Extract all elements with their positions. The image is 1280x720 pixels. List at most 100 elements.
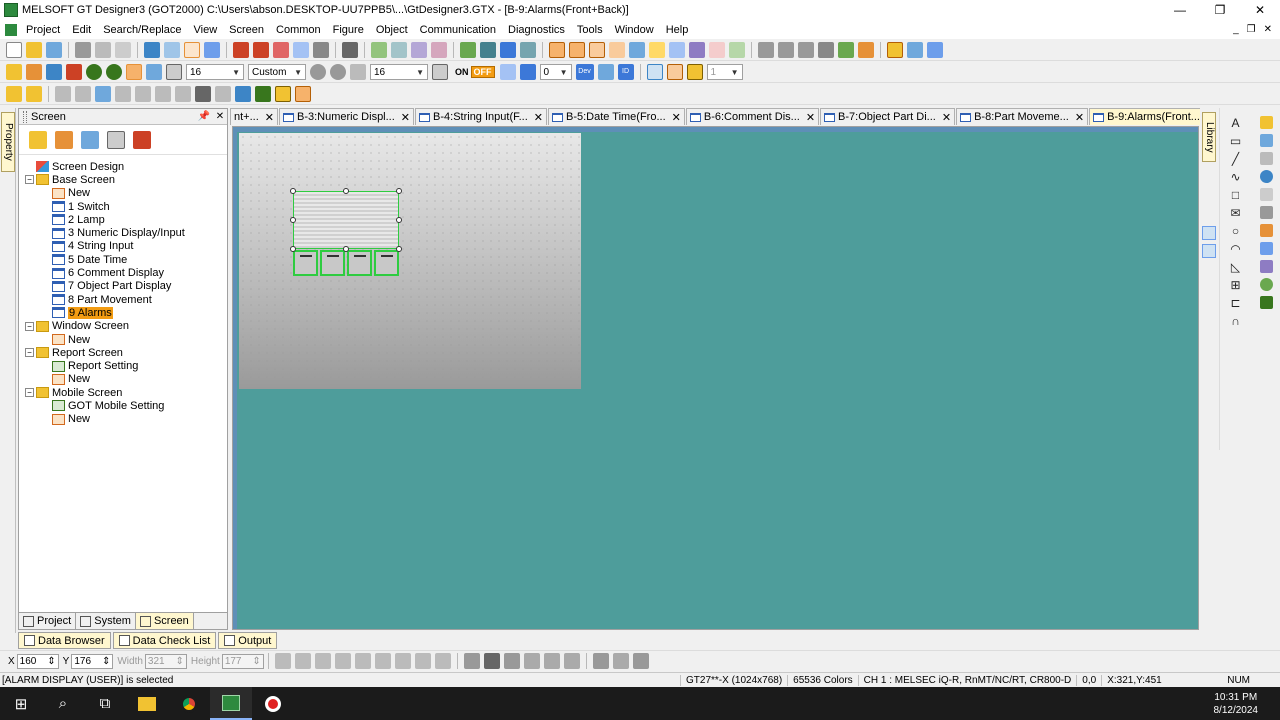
read-from-got-icon[interactable] [480, 42, 496, 58]
close-icon[interactable]: ✕ [806, 111, 815, 124]
tree-item[interactable]: 7 Object Part Display [19, 280, 227, 293]
meter-icon[interactable] [1259, 278, 1273, 291]
recorder-button[interactable] [252, 687, 294, 720]
line-width-icon[interactable] [483, 653, 500, 669]
start-button[interactable]: ⊞ [0, 687, 42, 720]
library-side-tab[interactable]: Library [1201, 108, 1217, 633]
id-button[interactable]: ID [617, 64, 634, 80]
on-off-toggle[interactable]: ON OFF [453, 66, 495, 78]
object-ungroup-icon[interactable] [26, 86, 42, 102]
highlight-icon[interactable] [686, 64, 703, 80]
text-align-icon[interactable] [612, 653, 629, 669]
gt-designer-button[interactable] [210, 687, 252, 720]
tab-data-browser[interactable]: Data Browser [18, 632, 111, 649]
arrow-left-icon[interactable] [499, 64, 516, 80]
open-screen-icon[interactable] [81, 130, 99, 149]
mdi-restore-button[interactable]: ❐ [1247, 24, 1256, 35]
resize-handle[interactable] [343, 188, 349, 194]
tab-screen[interactable]: Screen [135, 613, 194, 629]
screen-prev-icon[interactable] [233, 42, 249, 58]
pin-icon[interactable]: 📌 [197, 111, 211, 122]
spinner-icon[interactable]: ⇕ [102, 656, 110, 667]
object-edit-icon[interactable] [295, 86, 311, 102]
property-tab-label[interactable]: Property [1, 112, 15, 172]
menu-communication[interactable]: Communication [414, 24, 502, 36]
drag-handle[interactable] [23, 110, 27, 123]
workspace-icon[interactable] [907, 42, 923, 58]
tab-data-check-list[interactable]: Data Check List [112, 632, 217, 649]
same-size-icon[interactable] [434, 653, 451, 669]
window-layout-icon[interactable] [887, 42, 903, 58]
document-tab[interactable]: B-8:Part Moveme... ✕ [956, 108, 1089, 125]
chart-icon[interactable] [1259, 260, 1273, 273]
front-view-icon[interactable] [549, 42, 565, 58]
system-clock[interactable]: 10:31 PM 8/12/2024 [1214, 691, 1280, 717]
note-tool-icon[interactable]: ▭ [1229, 134, 1243, 148]
fill-pattern-icon[interactable] [543, 653, 560, 669]
resize-handle[interactable] [290, 246, 296, 252]
menu-window[interactable]: Window [609, 24, 660, 36]
line-style-icon[interactable] [463, 653, 480, 669]
tree-item[interactable]: − Window Screen [19, 320, 227, 333]
text-style-icon[interactable] [632, 653, 649, 669]
close-icon[interactable]: ✕ [401, 111, 410, 124]
comment-icon[interactable] [649, 42, 665, 58]
menu-figure[interactable]: Figure [327, 24, 370, 36]
dev-button[interactable]: Dev [575, 64, 594, 80]
menu-edit[interactable]: Edit [66, 24, 97, 36]
search-icon[interactable] [609, 42, 625, 58]
line-color-icon[interactable] [503, 653, 520, 669]
state-select[interactable]: 0 ▼ [539, 64, 572, 80]
flip-h-icon[interactable] [155, 86, 171, 102]
arc-tool-icon[interactable]: ◠ [1229, 242, 1243, 256]
align-left-icon[interactable] [55, 86, 71, 102]
rotate-icon[interactable] [135, 86, 151, 102]
tree-item[interactable]: 9 Alarms [19, 306, 227, 319]
close-icon[interactable]: ✕ [672, 111, 681, 124]
tab-output[interactable]: Output [218, 632, 278, 649]
fill-color-icon[interactable] [563, 653, 580, 669]
screen-image-icon[interactable] [6, 64, 22, 80]
screen-next-icon[interactable] [253, 42, 269, 58]
align-top-icon[interactable] [334, 653, 351, 669]
cut-icon[interactable] [75, 42, 91, 58]
tree-item[interactable]: 5 Date Time [19, 253, 227, 266]
rectangle-tool-icon[interactable]: □ [1229, 188, 1243, 202]
tree-item[interactable]: 6 Comment Display [19, 266, 227, 279]
edit-point-icon[interactable] [255, 86, 271, 102]
tab-system[interactable]: System [76, 613, 136, 629]
overlap-icon[interactable] [666, 64, 683, 80]
document-tab[interactable]: B-7:Object Part Di... ✕ [820, 108, 956, 125]
comment-icon[interactable] [1259, 188, 1273, 201]
text-tool-icon[interactable]: A [1229, 116, 1243, 130]
close-icon[interactable]: ✕ [1075, 111, 1084, 124]
align-center-icon[interactable] [75, 86, 91, 102]
align-middle-icon[interactable] [354, 653, 371, 669]
document-tab[interactable]: B-3:Numeric Displ... ✕ [279, 108, 415, 125]
back-icon[interactable] [115, 86, 131, 102]
font-size-select[interactable]: 16 ▼ [186, 64, 244, 80]
tree-expander-icon[interactable]: − [25, 175, 34, 185]
preview-icon[interactable] [646, 64, 663, 80]
menu-search-replace[interactable]: Search/Replace [97, 24, 187, 36]
front-icon[interactable] [95, 86, 111, 102]
tree-expander-icon[interactable]: − [25, 321, 34, 331]
alarm-display-object[interactable] [293, 191, 399, 249]
order-icon[interactable] [818, 42, 834, 58]
document-tab[interactable]: B-4:String Input(F... ✕ [415, 108, 547, 125]
screen-open-icon[interactable] [46, 64, 62, 80]
document-icon[interactable] [5, 23, 17, 36]
redo-icon[interactable] [164, 42, 180, 58]
tag-icon[interactable] [597, 64, 614, 80]
tree-item[interactable]: − Mobile Screen [19, 386, 227, 399]
resize-handle[interactable] [290, 188, 296, 194]
simulator-icon[interactable] [371, 42, 387, 58]
write-to-got-icon[interactable] [460, 42, 476, 58]
color-icon[interactable] [146, 64, 162, 80]
magic-icon[interactable] [275, 86, 291, 102]
tree-item[interactable]: 8 Part Movement [19, 293, 227, 306]
spinner-icon[interactable]: ⇕ [47, 656, 55, 667]
menu-common[interactable]: Common [270, 24, 327, 36]
ungroup-icon[interactable] [798, 42, 814, 58]
flip-v-icon[interactable] [175, 86, 191, 102]
